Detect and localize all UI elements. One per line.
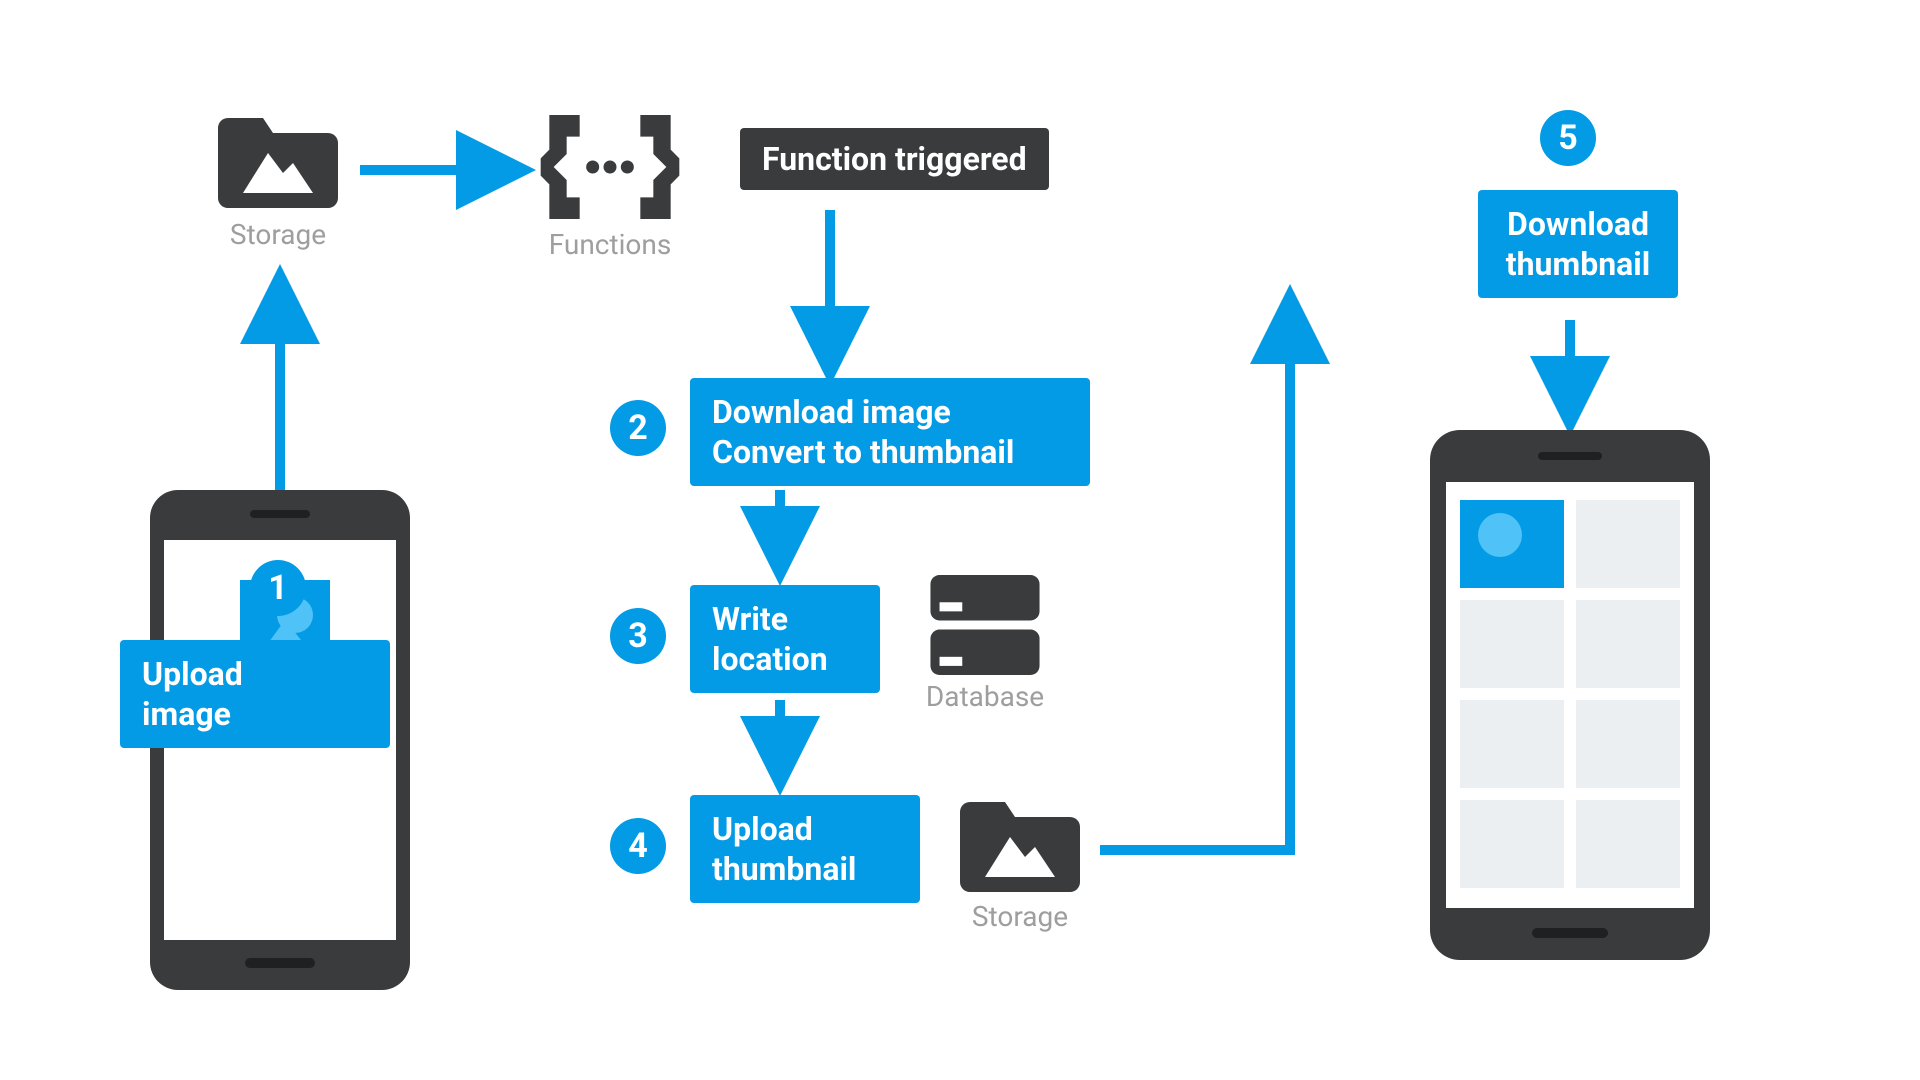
functions-icon — [545, 112, 675, 222]
storage-bottom-label: Storage — [960, 900, 1080, 933]
step-1-box: Upload image — [120, 640, 390, 748]
step-2-badge: 2 — [610, 400, 666, 456]
step-2-box: Download image Convert to thumbnail — [690, 378, 1090, 486]
step-3-box: Write location — [690, 585, 880, 693]
step-5-badge: 5 — [1540, 110, 1596, 166]
step-4-box: Upload thumbnail — [690, 795, 920, 903]
step-1-badge: 1 — [250, 560, 306, 616]
phone-right-icon — [1430, 430, 1710, 960]
functions-label: Functions — [540, 228, 680, 261]
diagram-canvas: Storage Functions Database Storage — [0, 0, 1920, 1080]
step-3-badge: 3 — [610, 608, 666, 664]
step-5-box: Download thumbnail — [1478, 190, 1678, 298]
function-triggered-box: Function triggered — [740, 128, 1049, 190]
storage-folder-icon — [218, 108, 338, 208]
step-4-badge: 4 — [610, 818, 666, 874]
database-label: Database — [920, 680, 1050, 713]
storage-folder-bottom-icon — [960, 792, 1080, 892]
database-icon — [930, 575, 1040, 675]
storage-top-label: Storage — [218, 218, 338, 251]
